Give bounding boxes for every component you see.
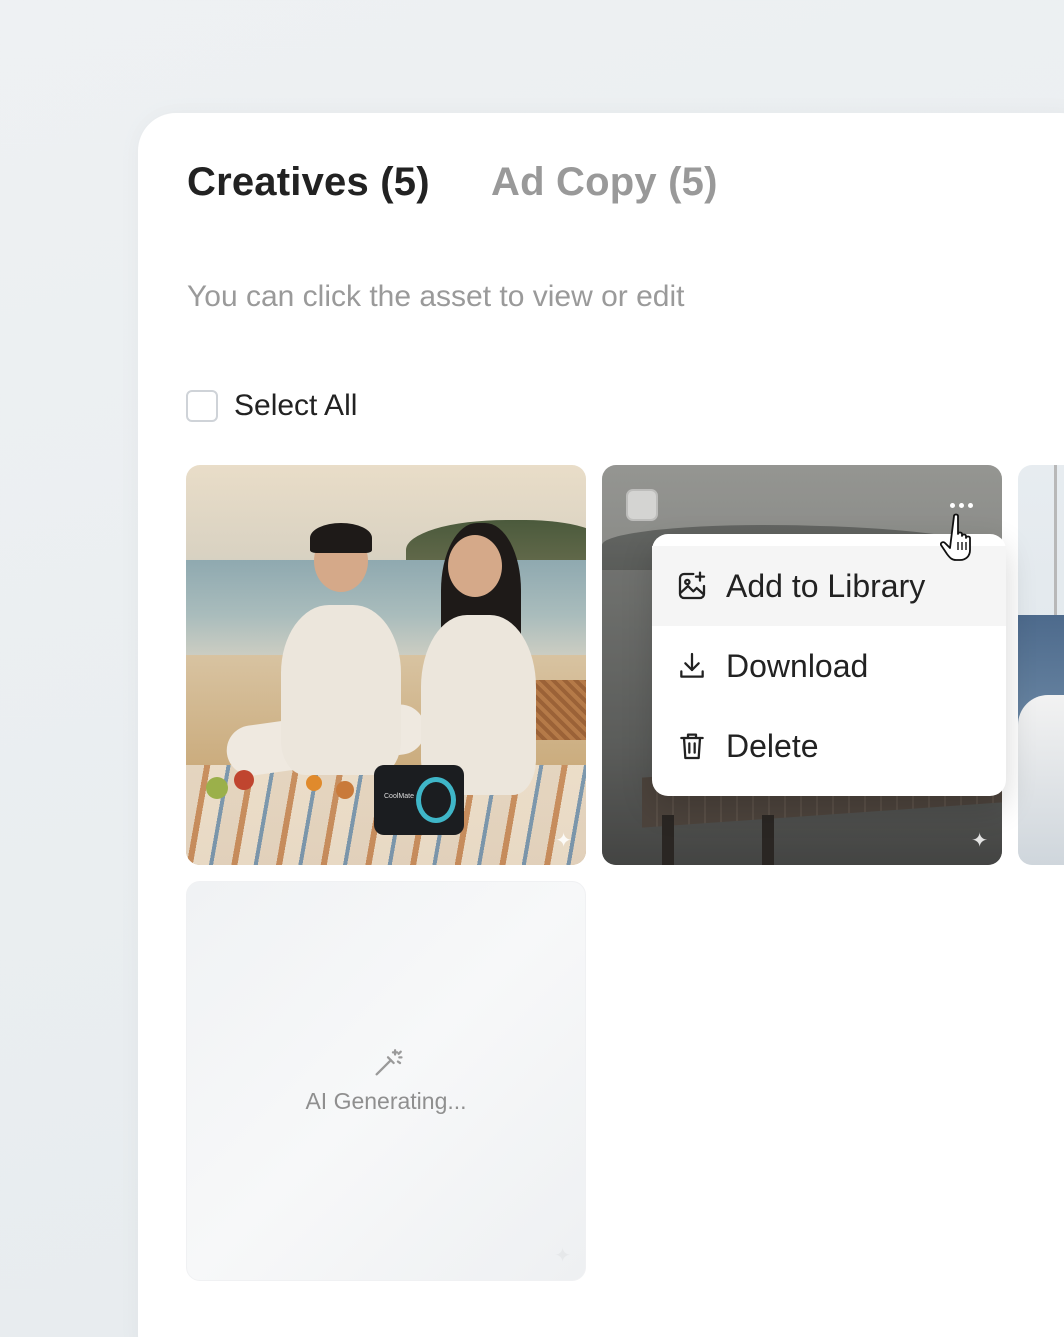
tab-creatives[interactable]: Creatives (5) [187, 160, 430, 205]
tab-ad-copy[interactable]: Ad Copy (5) [491, 160, 718, 205]
card-context-menu: Add to Library Download Delete [652, 534, 1006, 796]
hint-text: You can click the asset to view or edit [187, 280, 685, 313]
menu-item-download[interactable]: Download [652, 626, 1006, 706]
hand-pointer-cursor-icon [940, 513, 971, 561]
image-speaker-product: CoolMate [374, 765, 464, 835]
image-head [448, 535, 502, 597]
image-person-man [281, 605, 401, 775]
generating-status-text: AI Generating... [305, 1088, 467, 1114]
speaker-brand-text: CoolMate [384, 793, 414, 800]
sparkle-icon: ✦ [555, 830, 572, 852]
speaker-light-ring [416, 777, 456, 823]
creative-card-beach[interactable]: CoolMate ✦ [186, 465, 586, 865]
download-icon [680, 652, 704, 678]
sparkle-icon: ✦ [554, 1245, 571, 1267]
image-fruit [234, 770, 254, 790]
add-image-icon [678, 571, 706, 600]
image-fruit [206, 777, 228, 799]
image-fruit [306, 775, 322, 791]
menu-item-label: Delete [726, 727, 819, 764]
sparkle-icon: ✦ [971, 830, 988, 852]
creative-card-sailboat[interactable] [1018, 465, 1064, 865]
select-all-label: Select All [234, 389, 358, 422]
image-hair [310, 523, 372, 553]
image-fruit [336, 781, 354, 799]
image-boat [1018, 695, 1064, 865]
select-all-checkbox[interactable] [186, 390, 218, 422]
menu-item-label: Download [726, 647, 869, 684]
card-select-checkbox[interactable] [626, 489, 658, 521]
menu-item-label: Add to Library [726, 567, 926, 604]
menu-item-delete[interactable]: Delete [652, 706, 1006, 786]
magic-wand-icon [375, 1049, 403, 1076]
select-all-control[interactable]: Select All [186, 389, 357, 423]
image-basket [531, 680, 586, 740]
creative-card-generating: AI Generating... ✦ [186, 881, 586, 1281]
trash-icon [680, 733, 704, 760]
